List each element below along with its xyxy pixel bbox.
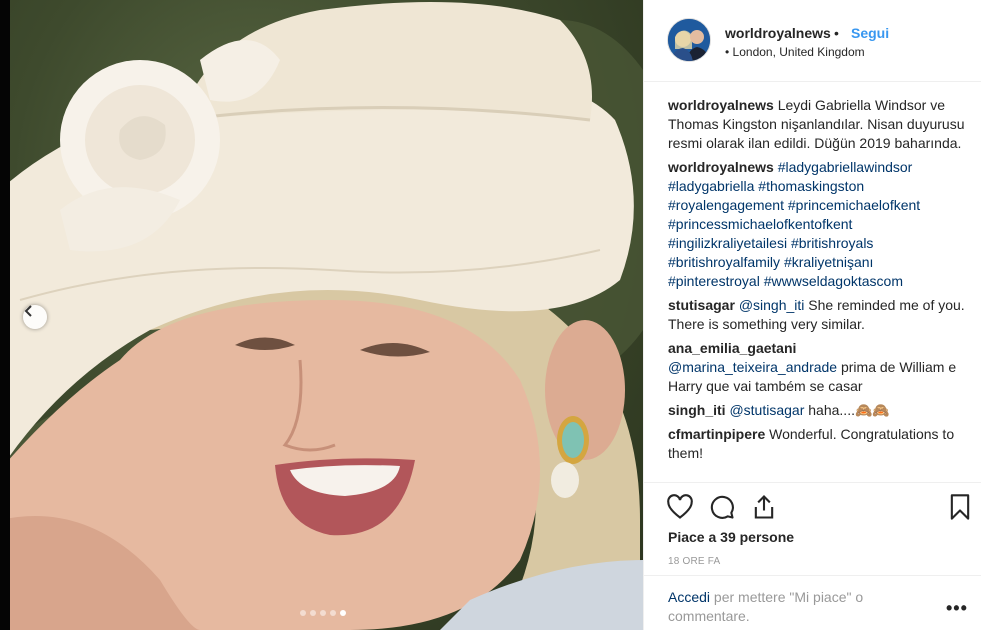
post-side-panel: worldroyalnews • Segui • London, United … [643, 0, 1000, 630]
comment-username[interactable]: cfmartinpipere [668, 426, 765, 442]
bookmark-icon [950, 494, 970, 520]
previous-image-button[interactable] [23, 305, 47, 329]
location-bullet: • [725, 45, 730, 59]
like-button[interactable] [666, 493, 694, 521]
comment-username[interactable]: worldroyalnews [668, 97, 774, 113]
comment-item: stutisagar @singh_iti She reminded me of… [668, 296, 968, 334]
hashtag-link[interactable]: #kraliyetnişanı [784, 254, 874, 270]
location-text: London, United Kingdom [732, 45, 865, 59]
heart-icon [667, 494, 693, 519]
comment-icon [710, 495, 734, 519]
comment-text: haha....🙈🙈 [808, 402, 890, 418]
hashtag-link[interactable]: #princessmichaelofkentofkent [668, 216, 852, 232]
comment-item: cfmartinpipere Wonderful. Congratulation… [668, 425, 968, 463]
comment-username[interactable]: worldroyalnews [668, 159, 774, 175]
hashtag-link[interactable]: #britishroyalfamily [668, 254, 780, 270]
login-link[interactable]: Accedi [668, 589, 710, 605]
instagram-post-modal: worldroyalnews • Segui • London, United … [0, 0, 1000, 630]
carousel-indicators [300, 610, 346, 616]
comment-button[interactable] [708, 493, 736, 521]
post-username[interactable]: worldroyalnews [725, 25, 831, 41]
hashtag-link[interactable]: #royalengagement [668, 197, 784, 213]
comment-mention[interactable]: @singh_iti [739, 297, 805, 313]
post-timestamp[interactable]: 18 ORE FA [668, 556, 720, 567]
comment-username[interactable]: ana_emilia_gaetani [668, 340, 796, 356]
panel-right-margin [986, 0, 1000, 630]
comment-item: ana_emilia_gaetani @marina_teixeira_andr… [668, 339, 968, 396]
login-prompt: Accedi per mettere "Mi piace" o commenta… [644, 575, 981, 630]
share-icon [754, 495, 774, 519]
header-separator: • [834, 25, 839, 41]
comment-item: singh_iti @stutisagar haha....🙈🙈 [668, 401, 968, 420]
photo-left-edge [0, 0, 10, 630]
follow-button[interactable]: Segui [851, 25, 889, 41]
hashtag-link[interactable]: #thomaskingston [758, 178, 864, 194]
comments-list: worldroyalnews Leydi Gabriella Windsor v… [668, 96, 968, 482]
carousel-dot [310, 610, 316, 616]
comment-username[interactable]: stutisagar [668, 297, 735, 313]
carousel-dot [340, 610, 346, 616]
hashtag-link[interactable]: #wwwseldagoktascom [764, 273, 903, 289]
share-button[interactable] [750, 493, 778, 521]
save-button[interactable] [946, 493, 974, 521]
post-header: worldroyalnews • Segui • London, United … [644, 0, 981, 82]
photo-illustration [0, 2, 643, 630]
hashtag-link[interactable]: #ladygabriellawindsor [778, 159, 913, 175]
avatar[interactable] [667, 18, 711, 62]
post-actions: Piace a 39 persone 18 ORE FA Accedi per … [644, 482, 981, 630]
comment-item: worldroyalnews #ladygabriellawindsor #la… [668, 158, 968, 291]
hashtag-link[interactable]: #ladygabriella [668, 178, 754, 194]
hashtag-link[interactable]: #ingilizkraliyetailesi [668, 235, 787, 251]
post-location[interactable]: • London, United Kingdom [725, 45, 865, 59]
carousel-dot [330, 610, 336, 616]
comment-mention[interactable]: @marina_teixeira_andrade [668, 359, 837, 375]
post-photo[interactable] [0, 0, 643, 630]
comment-username[interactable]: singh_iti [668, 402, 726, 418]
more-options-button[interactable]: ••• [946, 598, 968, 619]
comment-mention[interactable]: @stutisagar [729, 402, 804, 418]
comment-item: worldroyalnews Leydi Gabriella Windsor v… [668, 96, 968, 153]
hashtag-link[interactable]: #pinterestroyal [668, 273, 760, 289]
likes-count[interactable]: Piace a 39 persone [668, 529, 794, 545]
login-prompt-text: Accedi per mettere "Mi piace" o commenta… [668, 588, 908, 626]
carousel-dot [300, 610, 306, 616]
carousel-dot [320, 610, 326, 616]
avatar-image [668, 19, 710, 61]
hashtag-link[interactable]: #britishroyals [791, 235, 873, 251]
hashtag-link[interactable]: #princemichaelofkent [788, 197, 920, 213]
chevron-left-icon [24, 305, 32, 317]
